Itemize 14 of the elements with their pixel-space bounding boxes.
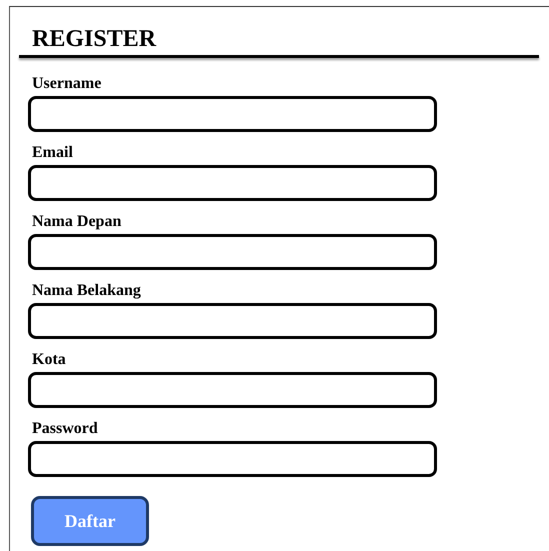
input-field[interactable] [28,234,437,270]
input-field[interactable] [28,96,437,132]
input-field[interactable] [28,441,437,477]
input-field[interactable] [28,372,437,408]
submit-button[interactable]: Daftar [31,496,149,546]
field-label: Nama Belakang [32,282,141,300]
field-label: Password [32,420,98,438]
field-label: Email [32,144,73,162]
input-field[interactable] [28,165,437,201]
field-label: Kota [32,351,66,369]
form-title: REGISTER [32,25,156,53]
field-label: Nama Depan [32,213,122,231]
field-label: Username [32,75,102,93]
input-field[interactable] [28,303,437,339]
